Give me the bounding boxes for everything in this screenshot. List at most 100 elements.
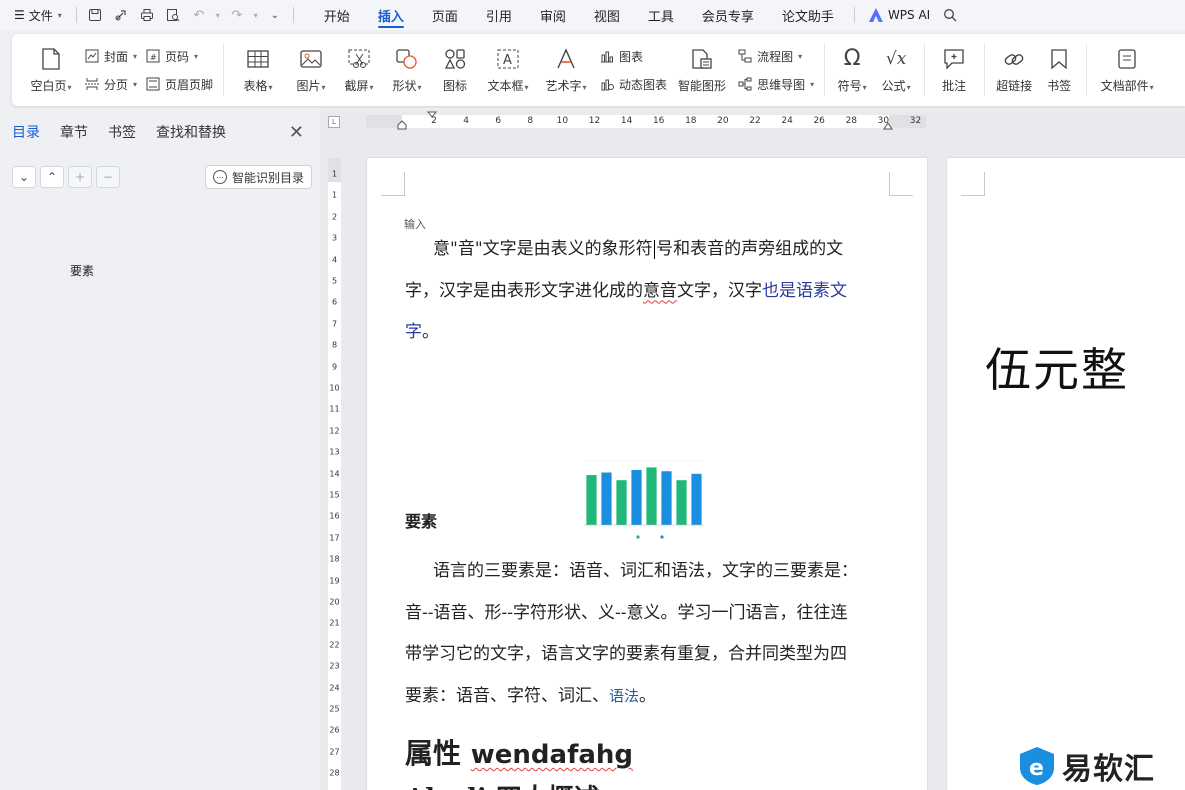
tab-review[interactable]: 审阅 bbox=[526, 0, 580, 30]
chart-bar[interactable] bbox=[646, 467, 657, 525]
paragraph-1[interactable]: 意"音"文字是由表义的象形符 号和表音的声旁组成的文 字，汉字是由表形文字进化成的… bbox=[405, 229, 895, 354]
document-page[interactable]: 输入 意"音"文字是由表义的象形符 号和表音的声旁组成的文 字，汉字是由表形文字进… bbox=[367, 158, 927, 790]
smart-toc-button[interactable]: ⋯ 智能识别目录 bbox=[205, 165, 313, 189]
chart-bar[interactable] bbox=[616, 480, 627, 525]
wps-ai-button[interactable]: WPS AI bbox=[861, 8, 938, 22]
wps-ai-label: WPS AI bbox=[887, 8, 931, 22]
shape-button[interactable]: 形状▾ bbox=[383, 34, 431, 106]
remove-icon[interactable]: − bbox=[96, 166, 120, 188]
header-footer-label: 页眉页脚 bbox=[165, 77, 214, 92]
flowchart-button[interactable]: 流程图 ▾ bbox=[737, 46, 814, 66]
screenshot-button[interactable]: 截屏▾ bbox=[335, 34, 383, 106]
nav-tab-bookmarks[interactable]: 书签 bbox=[108, 122, 136, 142]
file-menu[interactable]: ☰ 文件 ▾ bbox=[0, 7, 70, 24]
chevron-down-icon: ▾ bbox=[524, 82, 529, 92]
document-page-2[interactable]: 伍元整 bbox=[947, 158, 1185, 790]
tab-member[interactable]: 会员专享 bbox=[688, 0, 768, 30]
search-icon[interactable] bbox=[938, 3, 962, 27]
chevron-down-icon[interactable]: ▾ bbox=[251, 3, 261, 27]
print-preview-icon[interactable] bbox=[161, 3, 185, 27]
chart-bar[interactable] bbox=[691, 473, 702, 525]
tab-home[interactable]: 开始 bbox=[310, 0, 364, 30]
omega-icon: Ω bbox=[843, 46, 861, 71]
mindmap-button[interactable]: 思维导图 ▾ bbox=[737, 74, 814, 94]
tab-thesis-assistant[interactable]: 论文助手 bbox=[768, 0, 848, 30]
export-icon[interactable] bbox=[109, 3, 133, 27]
chart-bar[interactable] bbox=[676, 480, 687, 525]
page-break-button[interactable]: 分页 ▾ bbox=[84, 74, 137, 94]
text-run-teal: 语法 bbox=[609, 686, 640, 705]
mindmap-label: 思维导图 bbox=[757, 77, 806, 92]
blank-page-icon bbox=[38, 47, 64, 71]
flowchart-label: 流程图 bbox=[757, 49, 794, 64]
comment-button[interactable]: 批注 bbox=[930, 34, 978, 106]
expand-icon[interactable]: ⌄ bbox=[12, 166, 36, 188]
chevron-down-icon: ▾ bbox=[582, 82, 587, 92]
bar-chart[interactable] bbox=[580, 455, 710, 541]
nav-tab-find-replace[interactable]: 查找和替换 bbox=[156, 122, 226, 142]
customize-toolbar-icon[interactable]: ⌄ bbox=[263, 3, 287, 27]
tab-tools[interactable]: 工具 bbox=[634, 0, 688, 30]
section-heading: 要素 bbox=[405, 512, 438, 531]
save-icon[interactable] bbox=[83, 3, 107, 27]
close-icon[interactable]: ✕ bbox=[289, 122, 304, 143]
collapse-icon[interactable]: ⌃ bbox=[40, 166, 64, 188]
tab-references[interactable]: 引用 bbox=[472, 0, 526, 30]
table-button[interactable]: 表格▾ bbox=[229, 34, 287, 106]
page-number-button[interactable]: # 页码 ▾ bbox=[145, 46, 213, 66]
dynamic-chart-button[interactable]: 动态图表 bbox=[599, 74, 667, 94]
chevron-down-icon: ▾ bbox=[1149, 82, 1154, 92]
wordart-icon bbox=[553, 47, 579, 71]
toc-entry[interactable]: 要素 bbox=[70, 262, 94, 279]
add-icon[interactable]: + bbox=[68, 166, 92, 188]
hyperlink-button[interactable]: 超链接 bbox=[990, 34, 1038, 106]
blank-page-button[interactable]: 空白页▾ bbox=[22, 34, 80, 106]
text-run: 意"音"文字是由表义的象形符 bbox=[433, 239, 653, 259]
nav-tab-sections[interactable]: 章节 bbox=[60, 122, 88, 142]
chart-button[interactable]: 图表 bbox=[599, 46, 667, 66]
icon-label: 图标 bbox=[443, 78, 468, 93]
page-break-icon bbox=[84, 76, 100, 92]
header-footer-button[interactable]: 页眉页脚 bbox=[145, 74, 213, 94]
chart-bar[interactable] bbox=[601, 472, 612, 525]
ruler-number: 18 bbox=[685, 116, 697, 126]
textbox-button[interactable]: A 文本框▾ bbox=[479, 34, 537, 106]
icon-button[interactable]: 图标 bbox=[431, 34, 479, 106]
redo-icon[interactable]: ↷ bbox=[225, 3, 249, 27]
ruler-number: 3 bbox=[331, 233, 338, 243]
smart-graphic-button[interactable]: 智能图形 bbox=[671, 34, 733, 106]
ruler-tab-selector[interactable]: L bbox=[328, 116, 340, 128]
nav-tab-toc[interactable]: 目录 bbox=[12, 122, 40, 142]
paragraph-2[interactable]: 语言的三要素是：语音、词汇和语法，文字的三要素是： 音--语音、形--字符形状、… bbox=[405, 551, 895, 717]
chart-bar[interactable] bbox=[586, 475, 597, 525]
vertical-ruler[interactable]: 1 1 2 3 4 5 6 7 8 9 10 11 12 13 14 15 16 17 18 19 20 21 22 23 24… bbox=[328, 158, 341, 790]
ruler-number: 14 bbox=[329, 469, 340, 479]
crop-mark bbox=[889, 172, 913, 196]
comment-label: 批注 bbox=[942, 78, 967, 93]
left-indent-marker[interactable] bbox=[397, 120, 407, 130]
undo-icon[interactable]: ↶ bbox=[187, 3, 211, 27]
ruler-number: 10 bbox=[556, 116, 569, 126]
formula-button[interactable]: √x 公式▾ bbox=[874, 34, 918, 106]
doc-parts-button[interactable]: 文档部件▾ bbox=[1092, 34, 1162, 106]
ruler-number: 22 bbox=[749, 116, 761, 126]
cover-button[interactable]: 封面 ▾ bbox=[84, 46, 137, 66]
tab-insert[interactable]: 插入 bbox=[364, 0, 418, 30]
horizontal-ruler[interactable]: 2 4 6 8 10 12 14 16 18 20 22 24 26 28 30 32 bbox=[366, 111, 926, 130]
tab-view[interactable]: 视图 bbox=[580, 0, 634, 30]
symbol-button[interactable]: Ω 符号▾ bbox=[830, 34, 874, 106]
ruler-number: 12 bbox=[588, 116, 601, 126]
ruler-number: 26 bbox=[813, 116, 825, 126]
chevron-down-icon: ▾ bbox=[369, 82, 374, 92]
bookmark-button[interactable]: 书签 bbox=[1038, 34, 1080, 106]
print-icon[interactable] bbox=[135, 3, 159, 27]
text-run-blue: 字 bbox=[405, 322, 422, 342]
chevron-down-icon[interactable]: ▾ bbox=[213, 3, 223, 27]
picture-button[interactable]: 图片▾ bbox=[287, 34, 335, 106]
wordart-button[interactable]: 艺术字▾ bbox=[537, 34, 595, 106]
tab-page[interactable]: 页面 bbox=[418, 0, 472, 30]
page-break-label: 分页 bbox=[104, 77, 129, 92]
chart-bar[interactable] bbox=[661, 471, 672, 525]
table-icon bbox=[245, 47, 271, 71]
chart-bar[interactable] bbox=[631, 469, 642, 525]
